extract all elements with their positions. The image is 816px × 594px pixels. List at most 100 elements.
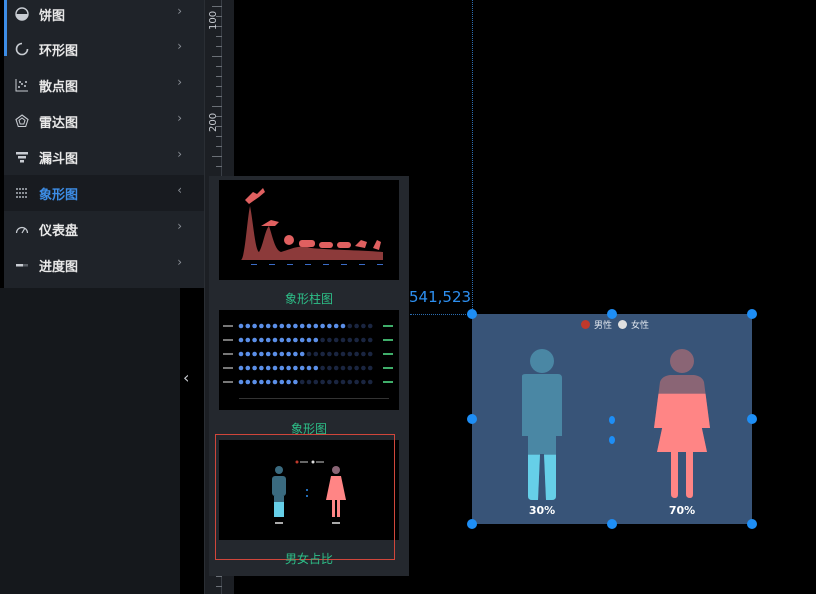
male-figure-fill [522, 454, 562, 500]
ruler-tick [216, 76, 222, 77]
pictograph-symbol [238, 379, 244, 385]
resize-handle-right[interactable] [747, 414, 757, 424]
menu-item-funnel[interactable]: 漏斗图 › [4, 139, 204, 175]
pictograph-symbol [286, 323, 291, 329]
pictograph-symbol [367, 337, 373, 343]
pictograph-symbol [259, 365, 264, 371]
row-value-mark [383, 339, 393, 341]
chevron-right-icon: › [177, 4, 182, 18]
menu-item-ring[interactable]: 环形图 › [4, 31, 204, 67]
pictograph-symbol [361, 379, 366, 385]
pictograph-symbol [293, 379, 298, 385]
pictograph-symbol [238, 337, 244, 343]
pictograph-symbol [286, 379, 291, 385]
ruler-label: 200 [208, 112, 219, 132]
ruler-tick [212, 106, 222, 107]
gender-ratio-widget[interactable]: 男性 女性 30% 70% [472, 314, 752, 524]
chevron-left-icon: ‹ [177, 183, 182, 197]
pictograph-symbol [306, 365, 312, 371]
male-figure-empty [522, 349, 562, 500]
pictograph-symbol [279, 323, 285, 329]
pictograph-symbol [259, 351, 264, 357]
resize-handle-bottom-right[interactable] [747, 519, 757, 529]
row-label-mark [223, 353, 233, 355]
ruler-tick [216, 166, 222, 167]
pictograph-symbol [320, 323, 325, 329]
pictograph-symbol [245, 351, 251, 357]
pictograph-symbol [306, 323, 312, 329]
pie-icon [15, 7, 29, 21]
pictograph-symbol [279, 337, 285, 343]
pictograph-symbol [238, 351, 244, 357]
alignment-guide-vertical [472, 0, 473, 315]
collapse-panel-icon[interactable]: ‹ [183, 368, 189, 387]
chevron-right-icon: › [177, 39, 182, 53]
pictograph-symbol [299, 379, 305, 385]
pictograph-symbol [361, 351, 366, 357]
menu-item-scatter[interactable]: 散点图 › [4, 67, 204, 103]
resize-handle-top[interactable] [607, 309, 617, 319]
ruler-tick [216, 146, 222, 147]
funnel-icon [15, 150, 29, 164]
pictograph-symbol [279, 365, 285, 371]
menu-item-progress[interactable]: 进度图 › [4, 247, 204, 283]
pictograph-symbol [313, 365, 319, 371]
pictograph-symbol [299, 351, 305, 357]
pictograph-symbol [272, 337, 278, 343]
pictograph-symbol [306, 351, 312, 357]
menu-item-radar[interactable]: 雷达图 › [4, 103, 204, 139]
chevron-right-icon: › [177, 75, 182, 89]
menu-item-label: 漏斗图 [39, 151, 79, 167]
pictograph-symbol [327, 379, 332, 385]
sidebar-strip [0, 288, 180, 594]
template-thumb-pictograph[interactable] [219, 310, 399, 410]
row-value-mark [383, 325, 393, 327]
row-label-mark [223, 339, 233, 341]
pictograph-symbol [327, 337, 332, 343]
menu-item-pictograph[interactable]: 象形图 ‹ [4, 175, 204, 211]
pictograph-symbol [252, 379, 257, 385]
pictograph-symbol [272, 365, 278, 371]
pictograph-symbol [327, 351, 332, 357]
pictograph-symbol [333, 365, 339, 371]
resize-handle-left[interactable] [467, 414, 477, 424]
ruler-tick [216, 96, 222, 97]
pictograph-symbol [347, 337, 353, 343]
pictograph-symbol [265, 337, 271, 343]
pictograph-symbol [367, 351, 373, 357]
pictograph-symbol [354, 365, 359, 371]
menu-item-pie[interactable]: 饼图 › [4, 0, 204, 32]
pictograph-symbol [299, 323, 305, 329]
resize-handle-bottom[interactable] [607, 519, 617, 529]
gauge-icon [15, 222, 29, 236]
resize-handle-top-right[interactable] [747, 309, 757, 319]
row-value-mark [383, 381, 393, 383]
row-label-mark [223, 325, 233, 327]
axis-line [239, 398, 389, 399]
resize-handle-top-left[interactable] [467, 309, 477, 319]
pictograph-symbol [272, 323, 278, 329]
menu-item-label: 仪表盘 [39, 223, 79, 239]
ruler-tick [216, 46, 222, 47]
template-thumb-pictorial-bar[interactable] [219, 180, 399, 280]
pictograph-symbol [354, 337, 359, 343]
row-label-mark [223, 381, 233, 383]
pictograph-symbol [333, 379, 339, 385]
ruler-tick [216, 36, 222, 37]
ruler-tick [216, 66, 222, 67]
pictograph-symbol [327, 323, 332, 329]
menu-item-gauge[interactable]: 仪表盘 › [4, 211, 204, 247]
menu-item-label: 进度图 [39, 259, 79, 275]
pictograph-symbol [320, 337, 325, 343]
pictograph-symbol [340, 365, 346, 371]
menu-item-label: 雷达图 [39, 115, 79, 131]
pictograph-symbol [286, 337, 291, 343]
pictograph-symbol [333, 337, 339, 343]
progress-icon [15, 258, 29, 272]
pictograph-icon [15, 186, 29, 200]
menu-item-label: 散点图 [39, 79, 79, 95]
separator-dot [609, 416, 615, 424]
resize-handle-bottom-left[interactable] [467, 519, 477, 529]
pictograph-symbol [327, 365, 332, 371]
ring-icon [15, 42, 29, 56]
